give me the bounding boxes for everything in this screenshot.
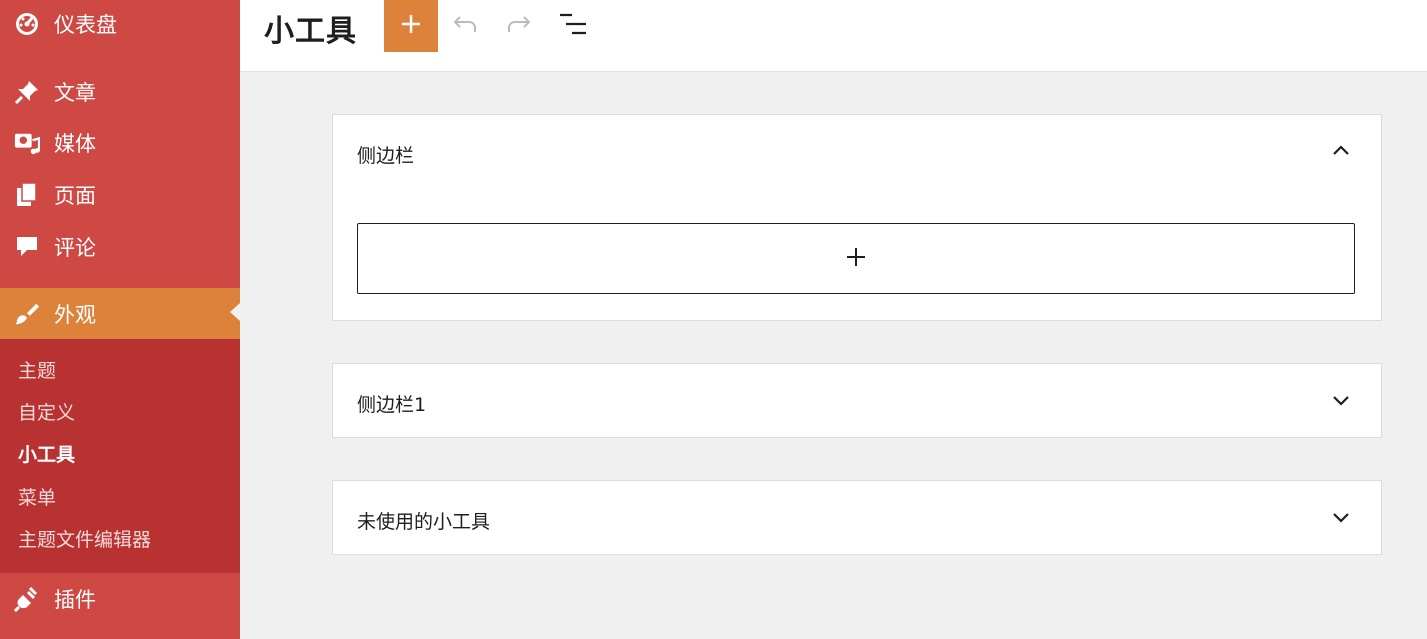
list-view-icon: [558, 12, 588, 40]
undo-button[interactable]: [450, 12, 480, 40]
expand-toggle[interactable]: [1329, 390, 1353, 414]
menu-label-appearance: 外观: [54, 302, 96, 327]
menu-label-posts: 文章: [54, 81, 96, 105]
panel-title-sidebar-1[interactable]: 侧边栏1: [357, 390, 426, 417]
plus-icon: [400, 13, 422, 39]
widget-area-sidebar-1[interactable]: 侧边栏1: [332, 363, 1382, 438]
undo-icon: [451, 14, 479, 38]
widget-area-inactive[interactable]: 未使用的小工具: [332, 480, 1382, 555]
redo-icon: [505, 14, 533, 38]
appearance-submenu: 主题 自定义 小工具 菜单 主题文件编辑器: [0, 339, 240, 573]
page-title: 小工具: [264, 14, 357, 49]
chevron-down-icon: [1331, 393, 1351, 412]
plugins-icon: [14, 586, 40, 612]
add-block-toggle-button[interactable]: [384, 0, 438, 52]
redo-button[interactable]: [504, 12, 534, 40]
collapse-toggle[interactable]: [1329, 139, 1353, 163]
submenu-item-theme-file-editor[interactable]: 主题文件编辑器: [18, 527, 151, 553]
plus-icon: [845, 246, 867, 272]
add-block-button[interactable]: [357, 223, 1355, 294]
menu-label-media: 媒体: [54, 132, 96, 156]
menu-item-posts[interactable]: 文章: [0, 68, 240, 116]
menu-label-comments: 评论: [54, 236, 96, 260]
menu-item-dashboard[interactable]: 仪表盘: [0, 0, 240, 48]
active-indicator-arrow: [230, 303, 240, 321]
pin-icon: [14, 79, 40, 105]
appearance-brush-icon: [14, 301, 40, 327]
menu-item-media[interactable]: 媒体: [0, 119, 240, 167]
menu-item-plugins[interactable]: 插件: [0, 575, 240, 623]
comment-icon: [14, 234, 40, 260]
widget-area-sidebar: 侧边栏: [332, 114, 1382, 321]
panel-title-sidebar[interactable]: 侧边栏: [357, 141, 414, 168]
chevron-down-icon: [1331, 510, 1351, 529]
submenu-item-widgets[interactable]: 小工具: [18, 442, 75, 468]
pages-icon: [14, 182, 40, 208]
menu-label-plugins: 插件: [54, 588, 96, 612]
submenu-item-customize[interactable]: 自定义: [18, 400, 75, 426]
submenu-item-themes[interactable]: 主题: [18, 358, 56, 384]
panel-title-inactive-widgets[interactable]: 未使用的小工具: [357, 507, 490, 534]
chevron-up-icon: [1331, 142, 1351, 161]
menu-label-pages: 页面: [54, 184, 96, 208]
media-icon: [14, 130, 40, 156]
submenu-item-menus[interactable]: 菜单: [18, 485, 56, 511]
menu-item-comments[interactable]: 评论: [0, 223, 240, 271]
menu-label-dashboard: 仪表盘: [54, 13, 117, 37]
admin-sidebar: 仪表盘 文章 媒体 页面 评论 外观 主题 自定义 小工具 菜单 主题文件编辑器…: [0, 0, 240, 639]
menu-item-appearance[interactable]: 外观: [0, 288, 240, 339]
expand-toggle[interactable]: [1329, 507, 1353, 531]
dashboard-icon: [14, 11, 40, 37]
editor-header: 小工具: [240, 0, 1427, 72]
menu-item-pages[interactable]: 页面: [0, 171, 240, 219]
list-view-button[interactable]: [558, 12, 588, 40]
